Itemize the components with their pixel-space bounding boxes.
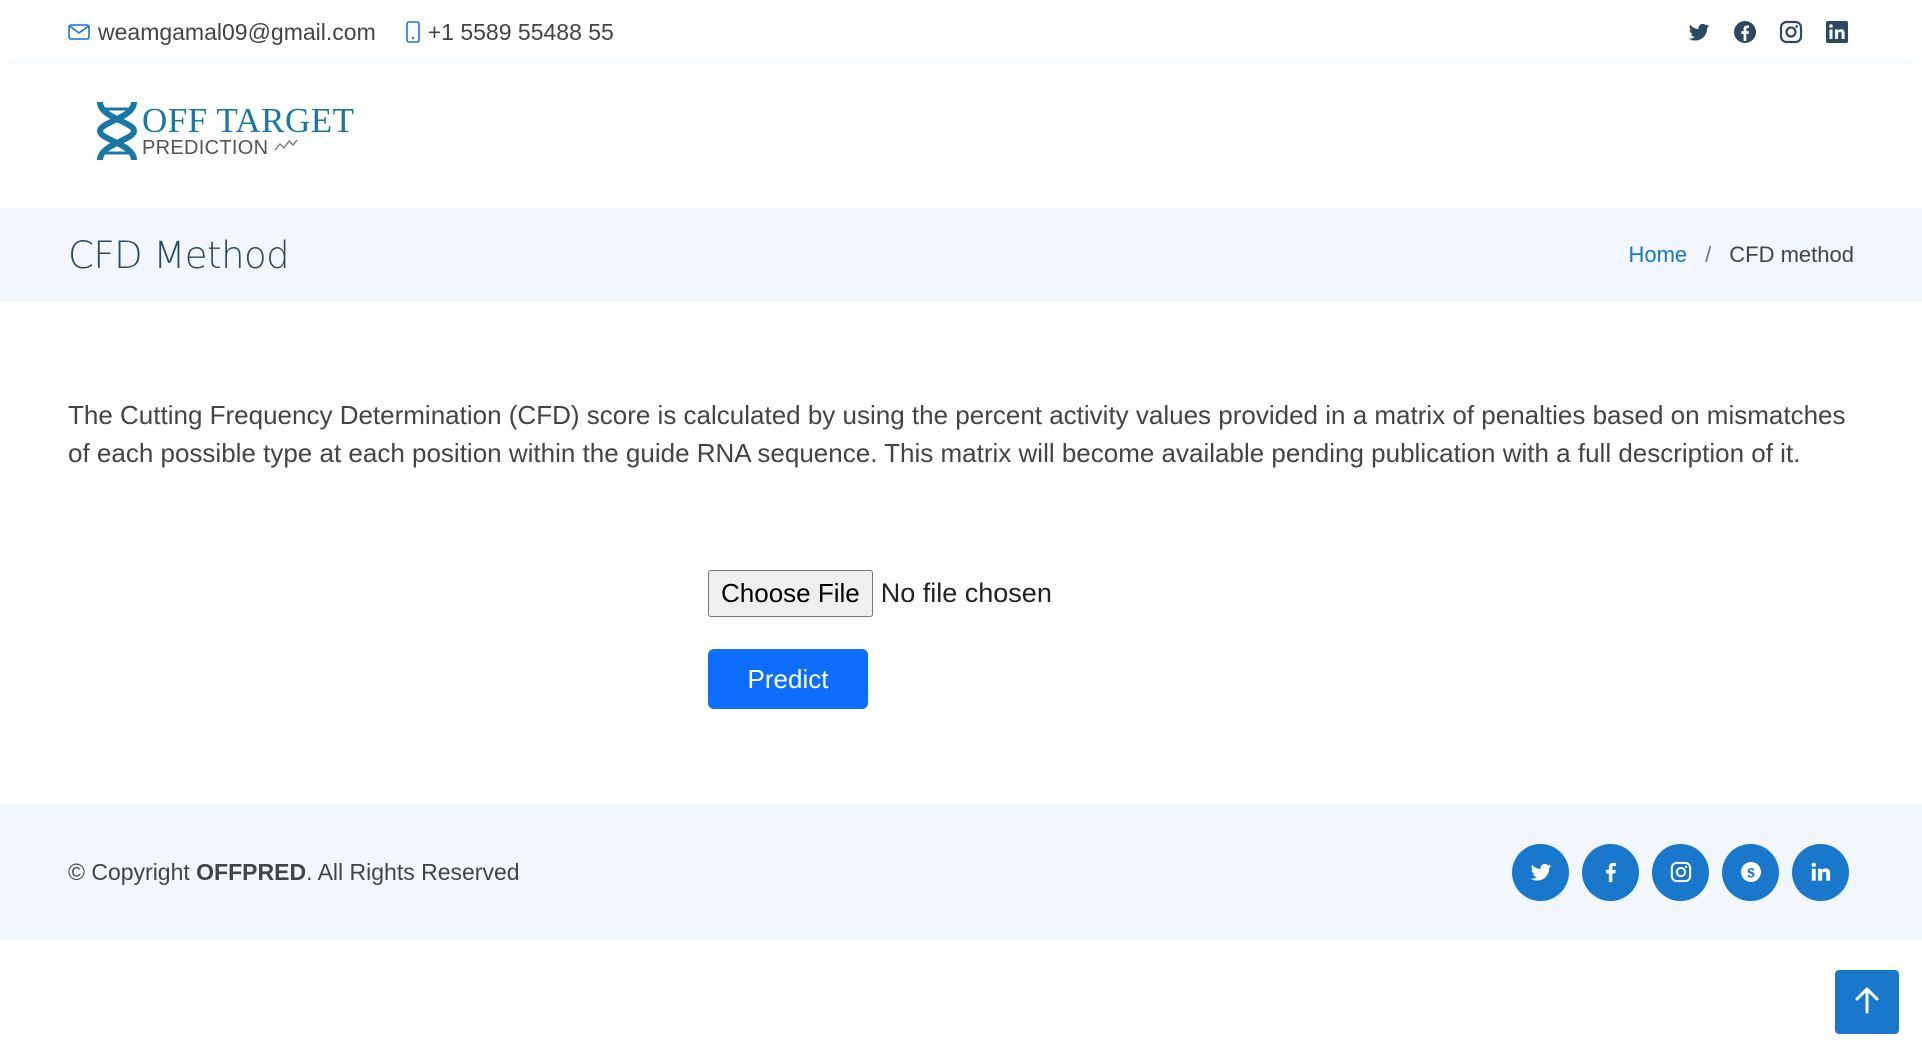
copyright-prefix: © Copyright bbox=[68, 858, 197, 885]
copyright-suffix: . All Rights Reserved bbox=[306, 858, 520, 885]
breadcrumb: Home / CFD method bbox=[1628, 242, 1854, 268]
top-social-links bbox=[1687, 20, 1854, 44]
envelope-icon bbox=[68, 23, 90, 41]
site-header: OFF TARGET PREDICTION bbox=[0, 64, 1922, 208]
instagram-icon[interactable] bbox=[1779, 20, 1803, 44]
phone-contact: +1 5589 55488 55 bbox=[405, 18, 614, 46]
top-bar: weamgamal09@gmail.com +1 5589 55488 55 bbox=[0, 0, 1922, 64]
contact-info: weamgamal09@gmail.com +1 5589 55488 55 bbox=[68, 19, 614, 46]
trend-line-icon bbox=[274, 139, 298, 151]
site-footer: © Copyright OFFPRED. All Rights Reserved bbox=[0, 804, 1922, 940]
breadcrumbs-bar: CFD Method Home / CFD method bbox=[0, 208, 1922, 302]
footer-social-links bbox=[1512, 843, 1854, 901]
file-status-text: No file chosen bbox=[880, 578, 1052, 608]
main-content: The Cutting Frequency Determination (CFD… bbox=[68, 396, 1854, 709]
page-title: CFD Method bbox=[68, 233, 290, 277]
breadcrumb-current: CFD method bbox=[1729, 242, 1854, 267]
logo-title: OFF TARGET bbox=[142, 101, 355, 140]
site-logo[interactable]: OFF TARGET PREDICTION bbox=[96, 100, 366, 180]
facebook-icon[interactable] bbox=[1582, 843, 1639, 901]
twitter-icon[interactable] bbox=[1512, 843, 1569, 901]
instagram-icon[interactable] bbox=[1652, 843, 1709, 901]
arrow-up-icon bbox=[1854, 986, 1880, 1019]
email-contact[interactable]: weamgamal09@gmail.com bbox=[68, 19, 376, 46]
linkedin-icon[interactable] bbox=[1825, 20, 1849, 44]
method-description: The Cutting Frequency Determination (CFD… bbox=[68, 400, 1846, 468]
facebook-icon[interactable] bbox=[1733, 20, 1757, 44]
breadcrumb-separator: / bbox=[1705, 242, 1712, 267]
phone-icon bbox=[405, 21, 420, 43]
email-text[interactable]: weamgamal09@gmail.com bbox=[98, 19, 376, 46]
predict-button[interactable]: Predict bbox=[708, 649, 868, 709]
dna-icon bbox=[96, 100, 142, 167]
copyright-brand: OFFPRED bbox=[196, 858, 307, 885]
logo-subtitle-text: PREDICTION bbox=[142, 137, 269, 159]
skype-icon[interactable] bbox=[1722, 843, 1779, 901]
upload-form: Choose File No file chosen Predict bbox=[708, 570, 1052, 709]
file-input[interactable]: Choose File No file chosen bbox=[708, 570, 1052, 617]
twitter-icon[interactable] bbox=[1687, 20, 1711, 44]
copyright-text: © Copyright OFFPRED. All Rights Reserved bbox=[68, 859, 520, 886]
linkedin-icon[interactable] bbox=[1792, 843, 1849, 901]
breadcrumb-home-link[interactable]: Home bbox=[1628, 242, 1687, 268]
phone-text: +1 5589 55488 55 bbox=[427, 18, 614, 45]
back-to-top-button[interactable] bbox=[1835, 970, 1899, 1034]
logo-text: OFF TARGET PREDICTION bbox=[142, 100, 355, 158]
choose-file-button[interactable]: Choose File bbox=[708, 570, 873, 617]
